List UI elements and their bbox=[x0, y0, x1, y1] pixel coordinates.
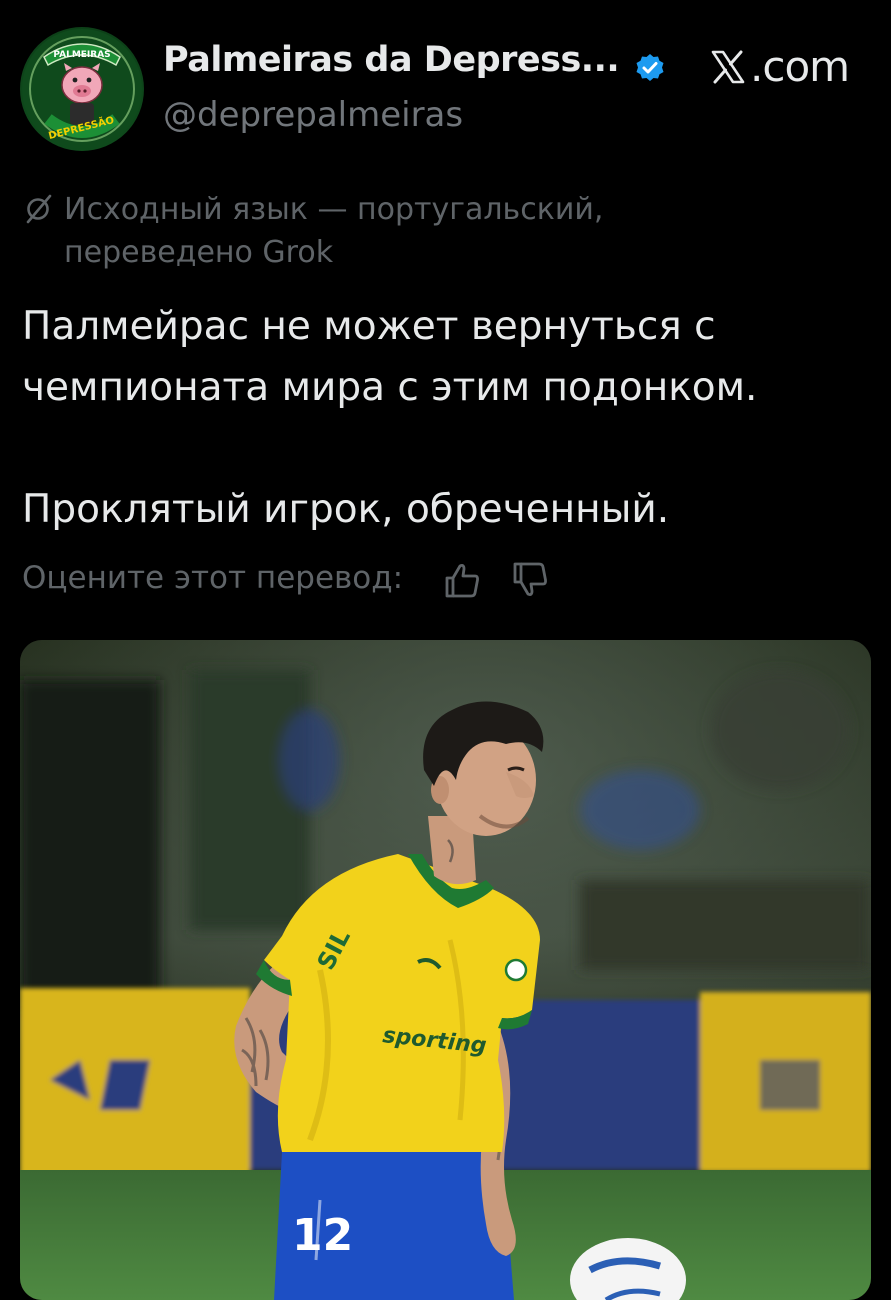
translate-icon bbox=[22, 194, 58, 224]
thumbs-down-icon[interactable] bbox=[510, 560, 550, 600]
palmeiras-depressao-badge-icon: PALMEIRAS DEPRESSÃO bbox=[22, 29, 142, 149]
translation-note-line: переведено Grok bbox=[64, 235, 334, 270]
football-player-photo: 12 sporting SIL bbox=[20, 640, 871, 1300]
x-logo-icon bbox=[708, 47, 748, 87]
x-com-link[interactable]: .com bbox=[708, 42, 850, 91]
translation-note-line: Исходный язык — португальский, bbox=[64, 192, 604, 227]
avatar[interactable]: PALMEIRAS DEPRESSÃO bbox=[20, 27, 144, 151]
tweet-text-line: Проклятый игрок, обреченный. bbox=[22, 487, 670, 532]
verified-badge-icon bbox=[634, 52, 666, 84]
avatar-text-top: PALMEIRAS bbox=[53, 50, 110, 60]
display-name[interactable]: Palmeiras da Depress... bbox=[163, 40, 620, 80]
shirt-number: 12 bbox=[292, 1210, 353, 1261]
rate-translation-label: Оцените этот перевод: bbox=[22, 560, 404, 596]
translation-note: Исходный язык — португальский, переведен… bbox=[64, 188, 704, 274]
thumbs-up-icon[interactable] bbox=[442, 560, 482, 600]
user-handle[interactable]: @deprepalmeiras bbox=[163, 95, 463, 135]
tweet-text-line: чемпионата мира с этим подонком. bbox=[22, 365, 758, 410]
tweet-media-photo[interactable]: 12 sporting SIL bbox=[20, 640, 871, 1300]
site-label: .com bbox=[750, 42, 850, 91]
tweet-text: Палмейрас не может вернуться с чемпионат… bbox=[22, 296, 872, 540]
tweet-text-line: Палмейрас не может вернуться с bbox=[22, 304, 716, 349]
